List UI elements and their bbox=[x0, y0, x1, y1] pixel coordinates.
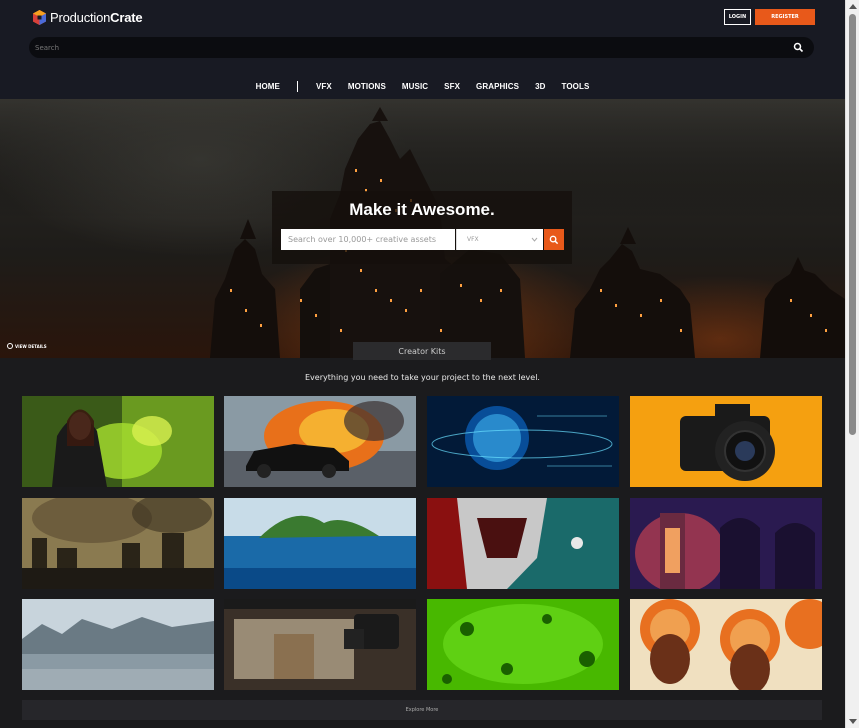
kit-tile-witch-green-magic[interactable] bbox=[22, 396, 214, 487]
header-search bbox=[29, 37, 814, 58]
header-search-input[interactable] bbox=[35, 41, 775, 54]
explore-more-button[interactable]: Explore More bbox=[22, 700, 822, 720]
hero-search-input[interactable] bbox=[281, 229, 455, 250]
kit-tile-thanksgiving-turkeys[interactable] bbox=[630, 599, 822, 690]
chevron-down-icon bbox=[531, 237, 538, 242]
login-button[interactable]: LOGIN bbox=[724, 9, 751, 25]
nav-3d[interactable]: 3D bbox=[535, 82, 545, 91]
page-scrollbar[interactable] bbox=[845, 0, 859, 728]
nav-tools[interactable]: TOOLS bbox=[562, 82, 590, 91]
search-icon[interactable] bbox=[793, 42, 804, 53]
nav-home[interactable]: HOME bbox=[256, 82, 280, 91]
view-details-link[interactable]: VIEW DETAILS bbox=[7, 343, 47, 349]
kit-tile-film-set-camera[interactable] bbox=[224, 599, 416, 690]
view-details-label: VIEW DETAILS bbox=[15, 343, 47, 349]
logo-icon bbox=[33, 10, 46, 25]
scroll-up-arrow-icon[interactable] bbox=[849, 4, 857, 9]
main-nav: HOME VFX MOTIONS MUSIC SFX GRAPHICS 3D T… bbox=[0, 78, 845, 94]
kit-tile-shark-astronaut[interactable] bbox=[427, 498, 619, 589]
nav-sfx[interactable]: SFX bbox=[444, 82, 460, 91]
info-icon bbox=[7, 343, 13, 349]
nav-music[interactable]: MUSIC bbox=[402, 82, 428, 91]
nav-divider bbox=[296, 80, 298, 92]
logo-text-part2: Crate bbox=[110, 10, 143, 25]
page: ProductionCrate LOGIN REGISTER HOME VFX … bbox=[0, 0, 859, 728]
kit-tile-green-screen-virus[interactable] bbox=[427, 599, 619, 690]
kit-tile-hologram-globe[interactable] bbox=[427, 396, 619, 487]
kit-tile-foggy-forest[interactable] bbox=[22, 599, 214, 690]
kit-tile-camera-orange[interactable] bbox=[630, 396, 822, 487]
kit-tile-ruined-city[interactable] bbox=[22, 498, 214, 589]
hero-search-button[interactable] bbox=[544, 229, 564, 250]
hero-search-panel: Make it Awesome. VFX bbox=[272, 191, 572, 264]
scroll-thumb[interactable] bbox=[849, 14, 856, 435]
nav-graphics[interactable]: GRAPHICS bbox=[476, 82, 519, 91]
section-tagline: Everything you need to take your project… bbox=[305, 373, 540, 382]
logo-text-part1: Production bbox=[50, 10, 111, 25]
hero-banner: Make it Awesome. VFX VIEW DETAILS bbox=[0, 99, 845, 358]
nav-vfx[interactable]: VFX bbox=[316, 82, 332, 91]
hero-title: Make it Awesome. bbox=[349, 200, 495, 219]
tab-creator-kits[interactable]: Creator Kits bbox=[353, 342, 491, 360]
nav-motions[interactable]: MOTIONS bbox=[348, 82, 386, 91]
logo[interactable]: ProductionCrate bbox=[33, 10, 143, 25]
site-header: ProductionCrate LOGIN REGISTER HOME VFX … bbox=[0, 0, 845, 99]
category-select-value: VFX bbox=[467, 236, 479, 243]
search-icon bbox=[549, 235, 559, 244]
creator-kits-section: Everything you need to take your project… bbox=[0, 358, 845, 728]
register-button[interactable]: REGISTER bbox=[755, 9, 815, 25]
kit-tile-car-explosion[interactable] bbox=[224, 396, 416, 487]
kit-tile-glowing-ruins[interactable] bbox=[630, 498, 822, 589]
kit-tile-island-ocean[interactable] bbox=[224, 498, 416, 589]
scroll-down-arrow-icon[interactable] bbox=[849, 719, 857, 724]
logo-text: ProductionCrate bbox=[50, 10, 143, 25]
category-select[interactable]: VFX bbox=[456, 229, 543, 250]
